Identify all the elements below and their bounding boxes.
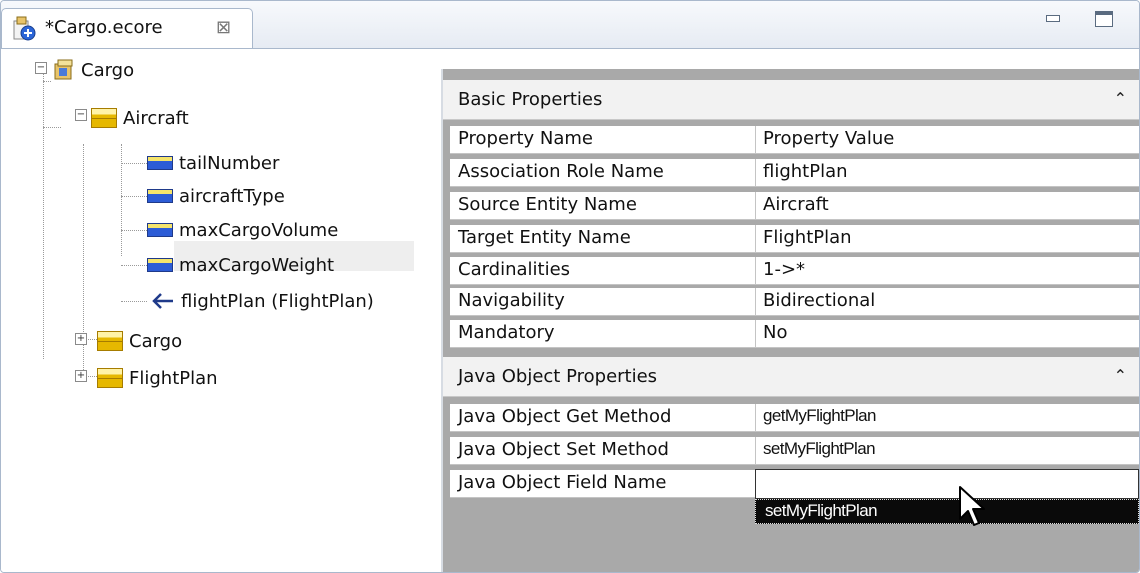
tree-item-attribute[interactable]: maxCargoWeight — [147, 251, 334, 279]
editor-tab-bar: *Cargo.ecore ⊠ — [1, 1, 1139, 49]
tree-guide-line — [121, 230, 147, 231]
tree-item-label: flightPlan (FlightPlan) — [181, 290, 374, 312]
property-value[interactable]: Bidirectional — [763, 290, 875, 311]
property-name: Navigability — [458, 290, 565, 311]
cell-divider — [755, 404, 756, 432]
table-row[interactable]: Java Object Field Name — [450, 469, 1139, 499]
tree-guide-line — [121, 163, 147, 164]
table-row[interactable]: Association Role Name flightPlan — [450, 159, 1139, 187]
cell-divider — [755, 192, 756, 220]
tree-item-attribute[interactable]: aircraftType — [147, 182, 285, 210]
table-row[interactable]: Navigability Bidirectional — [450, 288, 1139, 316]
tree-item-label: Cargo — [129, 330, 183, 352]
property-name: Java Object Set Method — [458, 439, 669, 460]
table-row[interactable]: Java Object Set Method setMyFlightPlan — [450, 437, 1139, 465]
property-value[interactable]: Aircraft — [763, 194, 829, 215]
tree-item-attribute[interactable]: maxCargoVolume — [147, 216, 338, 244]
column-header-name: Property Name — [458, 128, 593, 149]
table-header-row: Property Name Property Value — [450, 126, 1139, 154]
tree-item-attribute[interactable]: tailNumber — [147, 149, 279, 177]
table-row[interactable]: Java Object Get Method getMyFlightPlan — [450, 404, 1139, 432]
property-value[interactable]: 1->* — [763, 259, 805, 280]
model-tree: − Cargo − Aircraft tailNumber aircraftTy… — [1, 49, 441, 572]
attribute-icon — [147, 189, 173, 203]
tab-title: *Cargo.ecore — [45, 17, 163, 38]
tree-item-flightplan[interactable]: FlightPlan — [97, 364, 218, 392]
tree-guide-line — [121, 301, 147, 302]
minimize-icon[interactable] — [1046, 15, 1060, 22]
reference-icon — [152, 293, 173, 309]
autocomplete-option[interactable]: setMyFlightPlan — [765, 501, 878, 521]
close-icon[interactable]: ⊠ — [216, 17, 231, 38]
tree-item-label: maxCargoWeight — [179, 254, 335, 276]
section-title: Java Object Properties — [458, 366, 658, 387]
cell-divider — [755, 257, 756, 285]
cell-divider — [755, 159, 756, 187]
cell-divider — [755, 225, 756, 253]
property-name: Java Object Field Name — [458, 472, 667, 493]
tree-guide-line — [121, 196, 147, 197]
basic-properties-header[interactable]: Basic Properties ⌃ — [443, 80, 1139, 120]
cell-divider — [755, 126, 756, 154]
cell-divider — [755, 288, 756, 316]
property-name: Cardinalities — [458, 259, 571, 280]
tree-item-reference[interactable]: flightPlan (FlightPlan) — [151, 287, 374, 315]
collapse-chevron-icon[interactable]: ⌃ — [1114, 366, 1127, 385]
table-row[interactable]: Target Entity Name FlightPlan — [450, 225, 1139, 253]
property-name: Target Entity Name — [458, 227, 631, 248]
cell-divider — [755, 320, 756, 348]
tree-item-label: Cargo — [81, 59, 135, 81]
class-icon — [97, 368, 123, 388]
cell-divider — [755, 437, 756, 465]
editor-tab[interactable]: *Cargo.ecore ⊠ — [1, 8, 253, 48]
property-value[interactable]: getMyFlightPlan — [763, 406, 876, 426]
tree-guide-line — [121, 144, 122, 256]
tree-item-label: Aircraft — [123, 107, 189, 129]
mouse-cursor-icon — [959, 486, 985, 526]
maximize-icon[interactable] — [1095, 11, 1113, 27]
tree-item-label: aircraftType — [179, 185, 285, 207]
tree-item-aircraft[interactable]: Aircraft — [91, 104, 189, 132]
collapse-chevron-icon[interactable]: ⌃ — [1114, 89, 1127, 108]
class-icon — [97, 331, 123, 351]
table-row[interactable]: Cardinalities 1->* — [450, 257, 1139, 285]
java-properties-header[interactable]: Java Object Properties ⌃ — [443, 357, 1139, 397]
property-value[interactable]: No — [763, 322, 787, 343]
property-value[interactable]: FlightPlan — [763, 227, 852, 248]
property-value[interactable]: flightPlan — [763, 161, 848, 182]
class-icon — [91, 108, 117, 128]
property-name: Association Role Name — [458, 161, 664, 182]
tree-guide-line — [43, 81, 51, 82]
collapse-toggle[interactable]: − — [75, 109, 87, 121]
package-icon — [54, 59, 73, 80]
field-name-input[interactable] — [755, 469, 1139, 499]
expand-toggle[interactable]: + — [75, 370, 87, 382]
tree-item-label: FlightPlan — [129, 367, 218, 389]
expand-toggle[interactable]: + — [75, 333, 87, 345]
table-row[interactable]: Source Entity Name Aircraft — [450, 192, 1139, 220]
attribute-icon — [147, 258, 173, 272]
property-name: Java Object Get Method — [458, 406, 672, 427]
table-row[interactable]: Mandatory No — [450, 320, 1139, 348]
tree-item-label: maxCargoVolume — [179, 219, 339, 241]
tree-item-cargo[interactable]: Cargo — [97, 327, 182, 355]
ecore-editor: *Cargo.ecore ⊠ − Cargo − Aircraft tailNu… — [0, 0, 1140, 573]
autocomplete-dropdown[interactable]: setMyFlightPlan — [755, 499, 1139, 524]
column-header-value: Property Value — [763, 128, 895, 149]
tree-item-label: tailNumber — [179, 152, 280, 174]
section-title: Basic Properties — [458, 89, 603, 110]
tree-guide-line — [121, 265, 147, 266]
tree-guide-line — [43, 69, 44, 339]
attribute-icon — [147, 156, 173, 170]
ecore-file-icon — [11, 16, 37, 47]
attribute-icon — [147, 223, 173, 237]
collapse-toggle[interactable]: − — [35, 62, 47, 74]
property-value[interactable]: setMyFlightPlan — [763, 439, 876, 459]
tree-guide-line — [43, 127, 61, 128]
property-name: Mandatory — [458, 322, 555, 343]
property-name: Source Entity Name — [458, 194, 637, 215]
tree-item-root[interactable]: Cargo — [53, 56, 134, 84]
